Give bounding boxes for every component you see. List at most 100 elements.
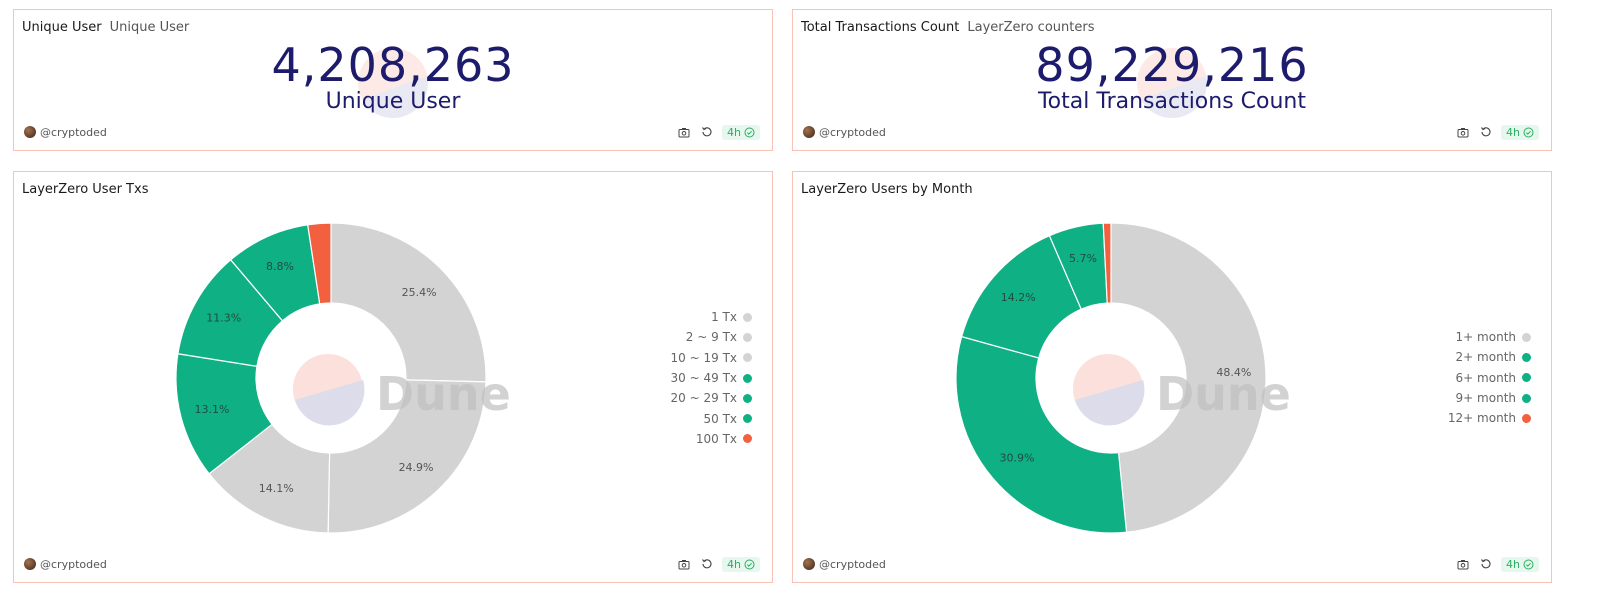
legend-label: 1 Tx	[711, 310, 737, 325]
legend-item[interactable]: 1 Tx	[671, 307, 752, 327]
pie-slice-1[interactable]	[330, 222, 487, 383]
legend-item[interactable]: 20 ~ 29 Tx	[671, 388, 752, 408]
slice-label: 8.8%	[266, 260, 294, 273]
refresh-badge[interactable]: 4h	[722, 556, 760, 572]
avatar[interactable]	[803, 558, 815, 570]
camera-icon[interactable]	[677, 557, 691, 571]
legend-label: 20 ~ 29 Tx	[670, 391, 737, 406]
counter: 89,229,216 Total Transactions Count	[793, 40, 1551, 114]
legend-label: 50 Tx	[703, 411, 737, 426]
legend-item[interactable]: 9+ month	[1448, 388, 1531, 408]
legend-swatch	[743, 353, 752, 363]
legend-item[interactable]: 12+ month	[1448, 408, 1531, 428]
legend-item[interactable]: 2+ month	[1448, 347, 1531, 367]
refresh-icon[interactable]	[1479, 125, 1493, 139]
chart-legend: 1+ month 2+ month 6+ month 9+ month 12+ mont…	[1448, 327, 1531, 428]
avatar[interactable]	[24, 126, 36, 138]
slice-label: 24.9%	[399, 461, 434, 474]
refresh-icon[interactable]	[700, 557, 714, 571]
legend-label: 2+ month	[1455, 350, 1516, 365]
legend-label: 6+ month	[1455, 370, 1516, 385]
check-circle-icon	[1523, 127, 1534, 137]
total-transactions-card: Total Transactions Count LayerZero counte…	[792, 9, 1552, 151]
legend-swatch	[743, 414, 752, 424]
author-link[interactable]: @cryptoded	[40, 126, 107, 139]
card-title[interactable]: LayerZero Users by Month	[801, 182, 973, 197]
legend-item[interactable]: 1+ month	[1448, 327, 1531, 347]
card-title[interactable]: Total Transactions Count	[801, 20, 959, 35]
slice-label: 14.2%	[1001, 291, 1036, 304]
check-circle-icon	[744, 127, 755, 137]
legend-item[interactable]: 50 Tx	[671, 408, 752, 428]
legend-swatch	[1522, 332, 1531, 342]
legend-swatch	[1522, 413, 1531, 423]
legend-swatch	[743, 434, 752, 444]
card-title[interactable]: Unique User	[22, 20, 102, 35]
camera-icon[interactable]	[1456, 125, 1470, 139]
slice-label: 14.1%	[259, 482, 294, 495]
card-footer: @cryptoded 4h	[24, 124, 760, 140]
check-circle-icon	[744, 559, 755, 569]
donut-chart: 25.4% 24.9% 14.1% 13.1% 11.3% 8.8% Dune	[175, 222, 511, 534]
legend-item[interactable]: 100 Tx	[671, 429, 752, 449]
chart-legend: 1 Tx 2 ~ 9 Tx 10 ~ 19 Tx 30 ~ 49 Tx 20 ~ 29 …	[671, 307, 752, 449]
legend-swatch	[743, 393, 752, 403]
dune-watermark-text: Dune	[376, 367, 511, 421]
counter-label: Unique User	[325, 89, 461, 114]
legend-swatch	[1522, 352, 1531, 362]
legend-item[interactable]: 2 ~ 9 Tx	[671, 327, 752, 347]
refresh-age: 4h	[727, 125, 741, 139]
check-circle-icon	[1523, 559, 1534, 569]
author-link[interactable]: @cryptoded	[819, 558, 886, 571]
counter-value: 89,229,216	[1035, 38, 1309, 92]
donut-chart: 48.4%30.9%14.2%5.7%Dune	[955, 222, 1291, 534]
legend-label: 9+ month	[1455, 391, 1516, 406]
legend-swatch	[1522, 373, 1531, 383]
legend-item[interactable]: 30 ~ 49 Tx	[671, 368, 752, 388]
slice-label: 5.7%	[1069, 252, 1097, 265]
card-title[interactable]: LayerZero User Txs	[22, 182, 148, 197]
card-footer: @cryptoded 4h	[803, 556, 1539, 572]
refresh-age: 4h	[1506, 557, 1520, 571]
legend-swatch	[743, 373, 752, 383]
counter-value: 4,208,263	[271, 38, 515, 92]
counter-label: Total Transactions Count	[1037, 89, 1307, 114]
card-footer: @cryptoded 4h	[24, 556, 760, 572]
legend-item[interactable]: 10 ~ 19 Tx	[671, 348, 752, 368]
refresh-age: 4h	[727, 557, 741, 571]
refresh-badge[interactable]: 4h	[1501, 556, 1539, 572]
slice-label: 25.4%	[402, 286, 437, 299]
unique-user-card: Unique User Unique User 4,208,263 Unique …	[13, 9, 773, 151]
refresh-badge[interactable]: 4h	[722, 124, 760, 140]
camera-icon[interactable]	[1456, 557, 1470, 571]
slice-label: 13.1%	[194, 403, 229, 416]
legend-label: 2 ~ 9 Tx	[685, 330, 737, 345]
card-header: LayerZero User Txs	[22, 182, 148, 197]
author-link[interactable]: @cryptoded	[40, 558, 107, 571]
card-subtitle: Unique User	[109, 20, 190, 35]
refresh-icon[interactable]	[700, 125, 714, 139]
legend-label: 30 ~ 49 Tx	[670, 371, 737, 386]
legend-item[interactable]: 6+ month	[1448, 368, 1531, 388]
card-subtitle: LayerZero counters	[967, 20, 1095, 35]
card-header: LayerZero Users by Month	[801, 182, 973, 197]
avatar[interactable]	[803, 126, 815, 138]
refresh-age: 4h	[1506, 125, 1520, 139]
avatar[interactable]	[24, 558, 36, 570]
refresh-icon[interactable]	[1479, 557, 1493, 571]
slice-label: 30.9%	[999, 451, 1034, 464]
counter: 4,208,263 Unique User	[14, 40, 772, 114]
legend-label: 10 ~ 19 Tx	[670, 350, 737, 365]
refresh-badge[interactable]: 4h	[1501, 124, 1539, 140]
card-header: Total Transactions Count LayerZero counte…	[801, 20, 1094, 35]
users-by-month-card: LayerZero Users by Month 48.4% 30.9% 14.2%…	[792, 171, 1552, 583]
legend-label: 12+ month	[1447, 411, 1516, 426]
legend-label: 1+ month	[1455, 330, 1516, 345]
camera-icon[interactable]	[677, 125, 691, 139]
dune-watermark-text: Dune	[1156, 367, 1291, 421]
legend-label: 100 Tx	[695, 431, 737, 446]
author-link[interactable]: @cryptoded	[819, 126, 886, 139]
card-footer: @cryptoded 4h	[803, 124, 1539, 140]
legend-swatch	[743, 332, 752, 342]
legend-swatch	[1522, 393, 1531, 403]
